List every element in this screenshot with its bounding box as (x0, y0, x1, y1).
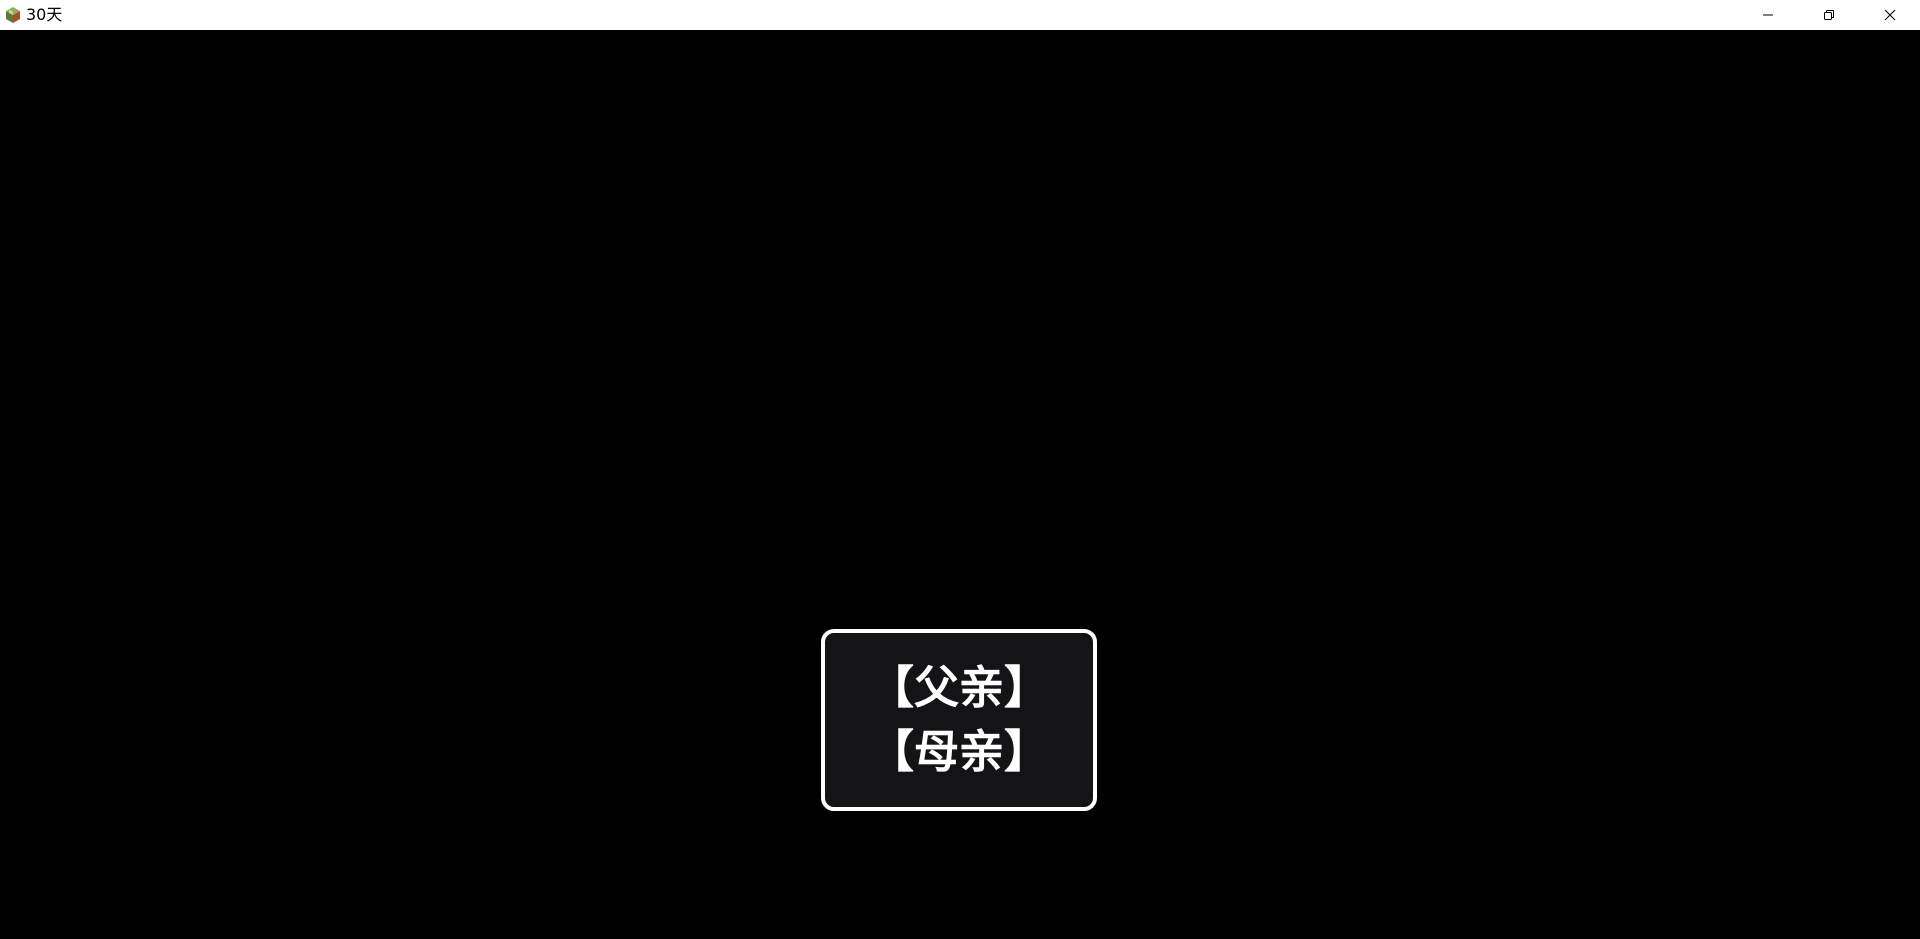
minimize-icon (1762, 6, 1774, 25)
restore-icon (1823, 6, 1835, 25)
minimize-button[interactable] (1737, 0, 1798, 30)
window-controls (1737, 0, 1920, 30)
game-app-icon (4, 6, 22, 24)
window-title: 30天 (26, 5, 63, 24)
restore-button[interactable] (1798, 0, 1859, 30)
choice-window: 【父亲】 【母亲】 (821, 629, 1097, 811)
close-button[interactable] (1859, 0, 1920, 30)
title-bar: 30天 (0, 0, 1920, 30)
choice-mother[interactable]: 【母亲】 (869, 720, 1049, 784)
choice-father[interactable]: 【父亲】 (869, 656, 1049, 720)
close-icon (1884, 6, 1896, 25)
